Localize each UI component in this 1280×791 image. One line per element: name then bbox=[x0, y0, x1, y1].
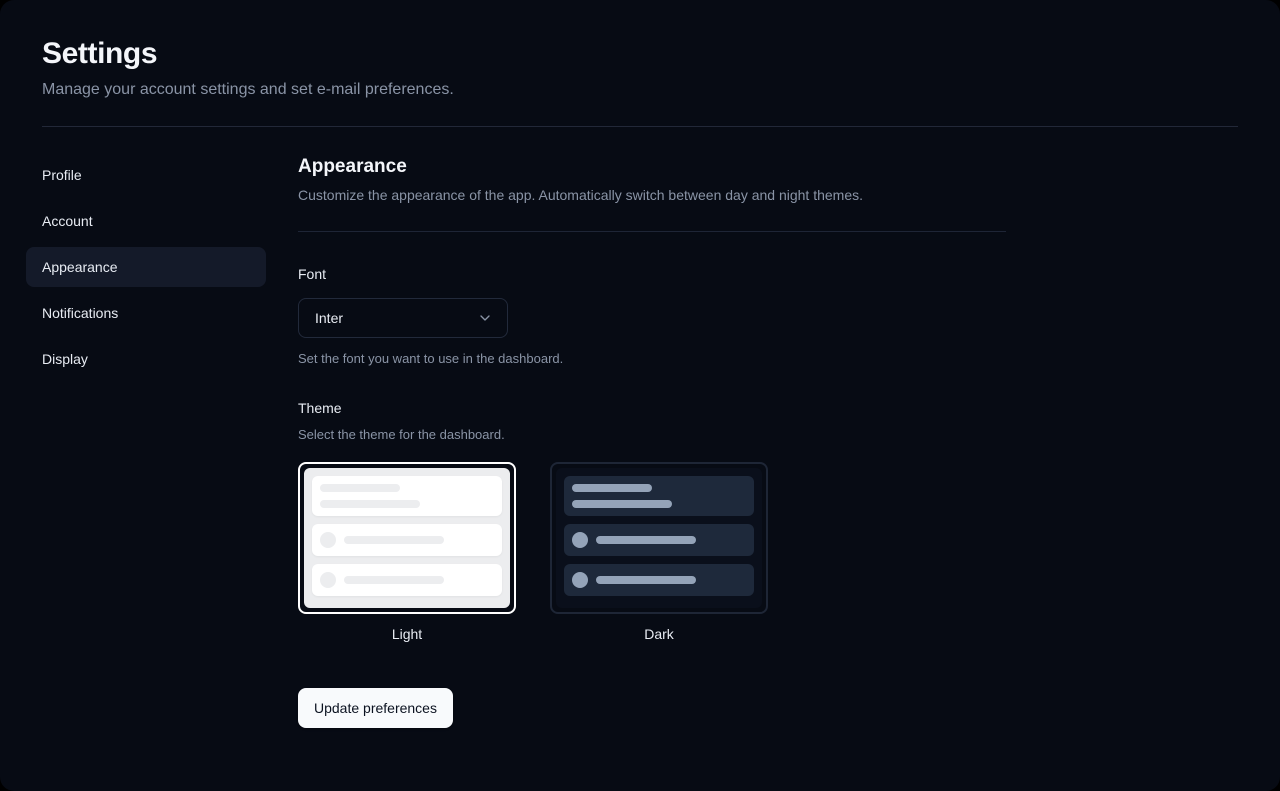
skeleton-dot bbox=[320, 532, 336, 548]
skeleton-row bbox=[564, 476, 754, 516]
font-help-text: Set the font you want to use in the dash… bbox=[298, 351, 564, 366]
skeleton-dot bbox=[572, 532, 588, 548]
skeleton-row bbox=[312, 476, 502, 516]
appearance-section: Appearance Customize the appearance of t… bbox=[298, 155, 1006, 728]
skeleton-bar bbox=[320, 500, 420, 508]
page-subtitle: Manage your account settings and set e-m… bbox=[42, 81, 454, 98]
sidebar-item-display[interactable]: Display bbox=[26, 339, 266, 379]
font-select[interactable]: Inter bbox=[298, 298, 508, 338]
update-preferences-button[interactable]: Update preferences bbox=[298, 688, 453, 728]
skeleton-bar bbox=[596, 536, 696, 544]
font-label: Font bbox=[298, 266, 327, 282]
theme-preview-dark bbox=[550, 462, 768, 614]
font-select-value: Inter bbox=[315, 310, 344, 326]
skeleton-dot bbox=[320, 572, 336, 588]
dark-preview-panel bbox=[556, 468, 762, 608]
section-description: Customize the appearance of the app. Aut… bbox=[298, 187, 864, 203]
page-title: Settings bbox=[42, 37, 158, 70]
content-row: Profile Account Appearance Notifications… bbox=[26, 155, 1238, 728]
theme-option-light[interactable]: Light bbox=[298, 462, 516, 644]
sidebar: Profile Account Appearance Notifications… bbox=[26, 155, 266, 379]
theme-label: Theme bbox=[298, 400, 342, 416]
theme-help-text: Select the theme for the dashboard. bbox=[298, 427, 505, 442]
skeleton-bar bbox=[596, 576, 696, 584]
skeleton-bar bbox=[572, 500, 672, 508]
skeleton-row bbox=[564, 524, 754, 556]
skeleton-bar bbox=[344, 576, 444, 584]
sidebar-item-account[interactable]: Account bbox=[26, 201, 266, 241]
skeleton-bar bbox=[344, 536, 444, 544]
chevron-down-icon bbox=[480, 315, 490, 321]
sidebar-item-notifications[interactable]: Notifications bbox=[26, 293, 266, 333]
theme-option-dark[interactable]: Dark bbox=[550, 462, 768, 644]
light-preview-panel bbox=[304, 468, 510, 608]
theme-option-dark-label: Dark bbox=[644, 626, 674, 642]
section-title: Appearance bbox=[298, 156, 407, 177]
skeleton-dot bbox=[572, 572, 588, 588]
section-divider bbox=[298, 231, 1006, 232]
theme-field: Theme Select the theme for the dashboard… bbox=[298, 398, 1006, 644]
skeleton-row bbox=[564, 564, 754, 596]
font-field: Font Inter Set the font you want to use … bbox=[298, 264, 1006, 368]
theme-options: Light Dark bbox=[298, 462, 1006, 644]
sidebar-item-profile[interactable]: Profile bbox=[26, 155, 266, 195]
skeleton-row bbox=[312, 564, 502, 596]
settings-page: Settings Manage your account settings an… bbox=[0, 0, 1280, 791]
sidebar-item-appearance[interactable]: Appearance bbox=[26, 247, 266, 287]
theme-option-light-label: Light bbox=[391, 626, 423, 642]
skeleton-bar bbox=[572, 484, 652, 492]
header-divider bbox=[42, 126, 1238, 127]
skeleton-row bbox=[312, 524, 502, 556]
theme-preview-light bbox=[298, 462, 516, 614]
skeleton-bar bbox=[320, 484, 400, 492]
